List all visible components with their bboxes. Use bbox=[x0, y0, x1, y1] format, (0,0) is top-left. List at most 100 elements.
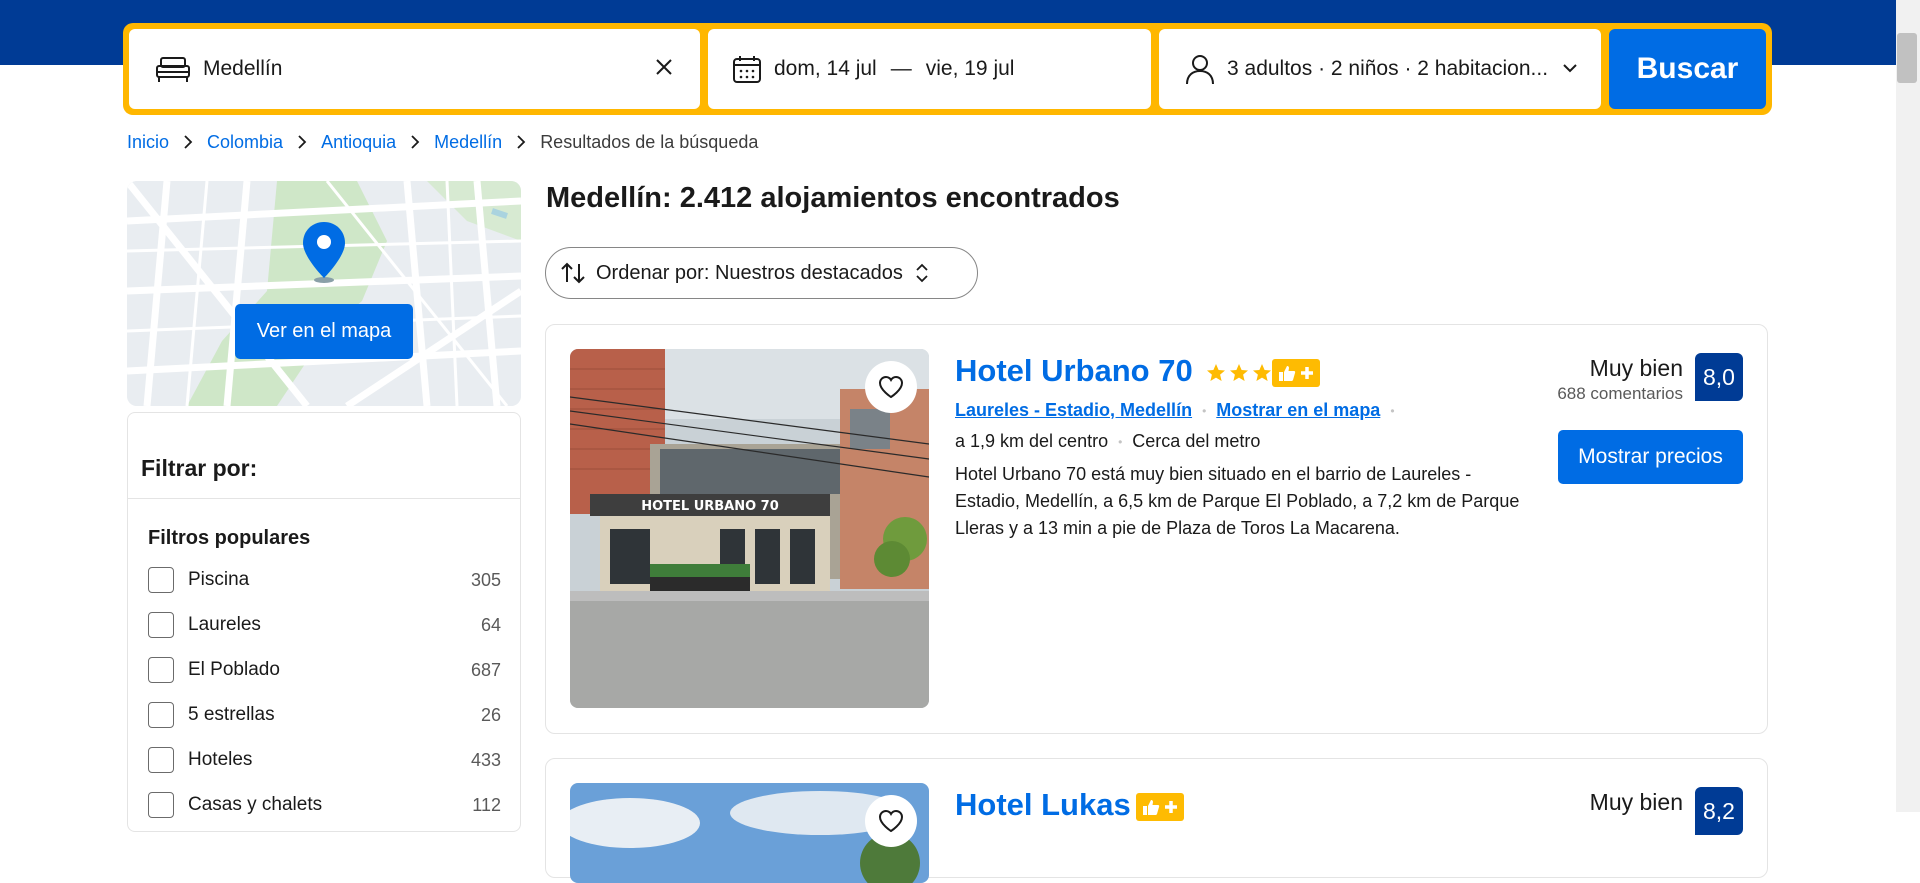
hotel-description: Hotel Urbano 70 está muy bien situado en… bbox=[955, 464, 1520, 538]
show-prices-button[interactable]: Mostrar precios bbox=[1558, 430, 1743, 484]
date-from: dom, 14 jul bbox=[774, 57, 877, 80]
destination-value: Medellín bbox=[203, 57, 283, 80]
filter-group-title: Filtros populares bbox=[148, 527, 311, 549]
breadcrumb-antioquia[interactable]: Antioquia bbox=[321, 132, 396, 153]
plus-icon bbox=[1164, 801, 1177, 813]
breadcrumb-inicio[interactable]: Inicio bbox=[127, 132, 169, 153]
separator-dot: • bbox=[1390, 403, 1395, 418]
chevron-down-icon bbox=[1563, 64, 1577, 73]
location-link[interactable]: Laureles - Estadio, Medellín bbox=[955, 400, 1192, 421]
checkbox[interactable] bbox=[148, 657, 174, 683]
filter-label: Laureles bbox=[188, 614, 261, 635]
person-icon bbox=[1186, 55, 1214, 85]
review-count: 688 comentarios bbox=[1557, 384, 1683, 403]
filter-count: 433 bbox=[470, 749, 501, 770]
separator-dot: • bbox=[1202, 403, 1207, 418]
preferred-badge bbox=[1136, 793, 1184, 821]
bed-icon bbox=[156, 57, 190, 82]
show-on-map-button[interactable]: Ver en el mapa bbox=[235, 304, 413, 359]
filter-label: Piscina bbox=[188, 569, 250, 590]
filter-item-piscina[interactable]: Piscina 305 bbox=[148, 564, 501, 596]
filter-item-el-poblado[interactable]: El Poblado 687 bbox=[148, 654, 501, 686]
review-score-label: Muy bien bbox=[1589, 355, 1683, 381]
hotel-name[interactable]: Hotel Lukas bbox=[955, 787, 1131, 823]
property-card: Hotel Lukas Muy bien 8,2 bbox=[545, 758, 1768, 883]
distance-text: a 1,9 km del centro bbox=[955, 431, 1109, 451]
filter-label: El Poblado bbox=[188, 659, 280, 680]
guests-value: 3 adultos · 2 niños · 2 habitacion... bbox=[1227, 57, 1549, 80]
filter-label: 5 estrellas bbox=[188, 704, 275, 725]
filter-item-hoteles[interactable]: Hoteles 433 bbox=[148, 744, 501, 776]
chevron-right-icon bbox=[411, 135, 420, 149]
metro-text: Cerca del metro bbox=[1132, 431, 1261, 451]
filter-title: Filtrar por: bbox=[141, 455, 258, 481]
checkbox[interactable] bbox=[148, 612, 174, 638]
results-title: Medellín: 2.412 alojamientos encontrados bbox=[546, 182, 1120, 214]
filter-count: 26 bbox=[480, 704, 501, 725]
checkbox[interactable] bbox=[148, 792, 174, 818]
hotel-photo[interactable]: HOTEL URBANO 70 bbox=[570, 349, 929, 708]
breadcrumb-colombia[interactable]: Colombia bbox=[207, 132, 283, 153]
hotel-name[interactable]: Hotel Urbano 70 bbox=[955, 353, 1193, 389]
breadcrumb: Inicio Colombia Antioquia Medellín Resul… bbox=[127, 130, 758, 154]
map-pin-icon bbox=[303, 222, 345, 283]
map-preview[interactable]: Ver en el mapa bbox=[127, 181, 521, 406]
heart-icon bbox=[878, 375, 904, 399]
breadcrumb-current: Resultados de la búsqueda bbox=[540, 131, 759, 152]
thumbs-up-icon bbox=[1278, 366, 1295, 381]
hotel-sign: HOTEL URBANO 70 bbox=[641, 499, 779, 514]
map-image bbox=[127, 181, 521, 406]
star-icon bbox=[1253, 364, 1271, 381]
filter-item-laureles[interactable]: Laureles 64 bbox=[148, 609, 501, 641]
location-row: Laureles - Estadio, Medellín • Mostrar e… bbox=[955, 400, 1395, 421]
checkbox[interactable] bbox=[148, 702, 174, 728]
checkbox[interactable] bbox=[148, 747, 174, 773]
save-favorite-button[interactable] bbox=[865, 795, 917, 847]
date-separator: — bbox=[890, 57, 912, 80]
destination-field[interactable]: Medellín bbox=[129, 29, 700, 109]
divider bbox=[128, 498, 520, 499]
chevron-right-icon bbox=[298, 135, 307, 149]
sort-icon bbox=[561, 262, 585, 284]
save-favorite-button[interactable] bbox=[865, 361, 917, 413]
sort-label: Ordenar por: Nuestros destacados bbox=[596, 261, 903, 284]
filter-count: 305 bbox=[470, 569, 501, 590]
filter-count: 112 bbox=[472, 794, 501, 815]
scrollbar-thumb[interactable] bbox=[1897, 33, 1917, 83]
star-icon bbox=[1207, 364, 1225, 381]
updown-icon bbox=[916, 263, 928, 283]
checkbox[interactable] bbox=[148, 567, 174, 593]
thumbs-up-icon bbox=[1142, 800, 1159, 815]
heart-icon bbox=[878, 809, 904, 833]
filter-item-5-estrellas[interactable]: 5 estrellas 26 bbox=[148, 699, 501, 731]
dates-field[interactable]: dom, 14 jul — vie, 19 jul bbox=[708, 29, 1151, 109]
filter-item-casas-chalets[interactable]: Casas y chalets 112 bbox=[148, 789, 501, 821]
review-score-badge[interactable]: 8,2 bbox=[1695, 787, 1743, 835]
breadcrumb-medellin[interactable]: Medellín bbox=[434, 132, 502, 153]
hotel-photo[interactable] bbox=[570, 783, 929, 883]
property-card: HOTEL URBANO 70 Hotel Urbano 70 Laureles… bbox=[545, 324, 1768, 734]
filter-label: Casas y chalets bbox=[188, 794, 323, 815]
plus-icon bbox=[1300, 367, 1313, 379]
filter-count: 64 bbox=[480, 614, 501, 635]
search-button[interactable]: Buscar bbox=[1609, 29, 1766, 109]
scrollbar-track[interactable] bbox=[1896, 0, 1920, 812]
calendar-icon bbox=[733, 56, 761, 83]
separator-dot: • bbox=[1118, 434, 1123, 449]
sort-button[interactable]: Ordenar por: Nuestros destacados bbox=[545, 247, 978, 299]
guests-field[interactable]: 3 adultos · 2 niños · 2 habitacion... bbox=[1159, 29, 1601, 109]
show-map-link[interactable]: Mostrar en el mapa bbox=[1216, 400, 1380, 421]
preferred-badge bbox=[1272, 359, 1320, 387]
filter-count: 687 bbox=[470, 659, 501, 680]
filter-label: Hoteles bbox=[188, 749, 253, 770]
date-to: vie, 19 jul bbox=[925, 57, 1015, 80]
search-bar: Medellín dom, 14 jul — vie, 19 jul 3 adu… bbox=[123, 23, 1772, 115]
review-score-badge[interactable]: 8,0 bbox=[1695, 353, 1743, 401]
star-icon bbox=[1230, 364, 1248, 381]
star-rating bbox=[1206, 363, 1272, 383]
distance-row: a 1,9 km del centro • Cerca del metro bbox=[955, 431, 1260, 452]
close-icon[interactable] bbox=[654, 57, 674, 77]
chevron-right-icon bbox=[517, 135, 526, 149]
chevron-right-icon bbox=[184, 135, 193, 149]
filter-panel: Filtrar por: Filtros populares Piscina 3… bbox=[127, 412, 521, 832]
